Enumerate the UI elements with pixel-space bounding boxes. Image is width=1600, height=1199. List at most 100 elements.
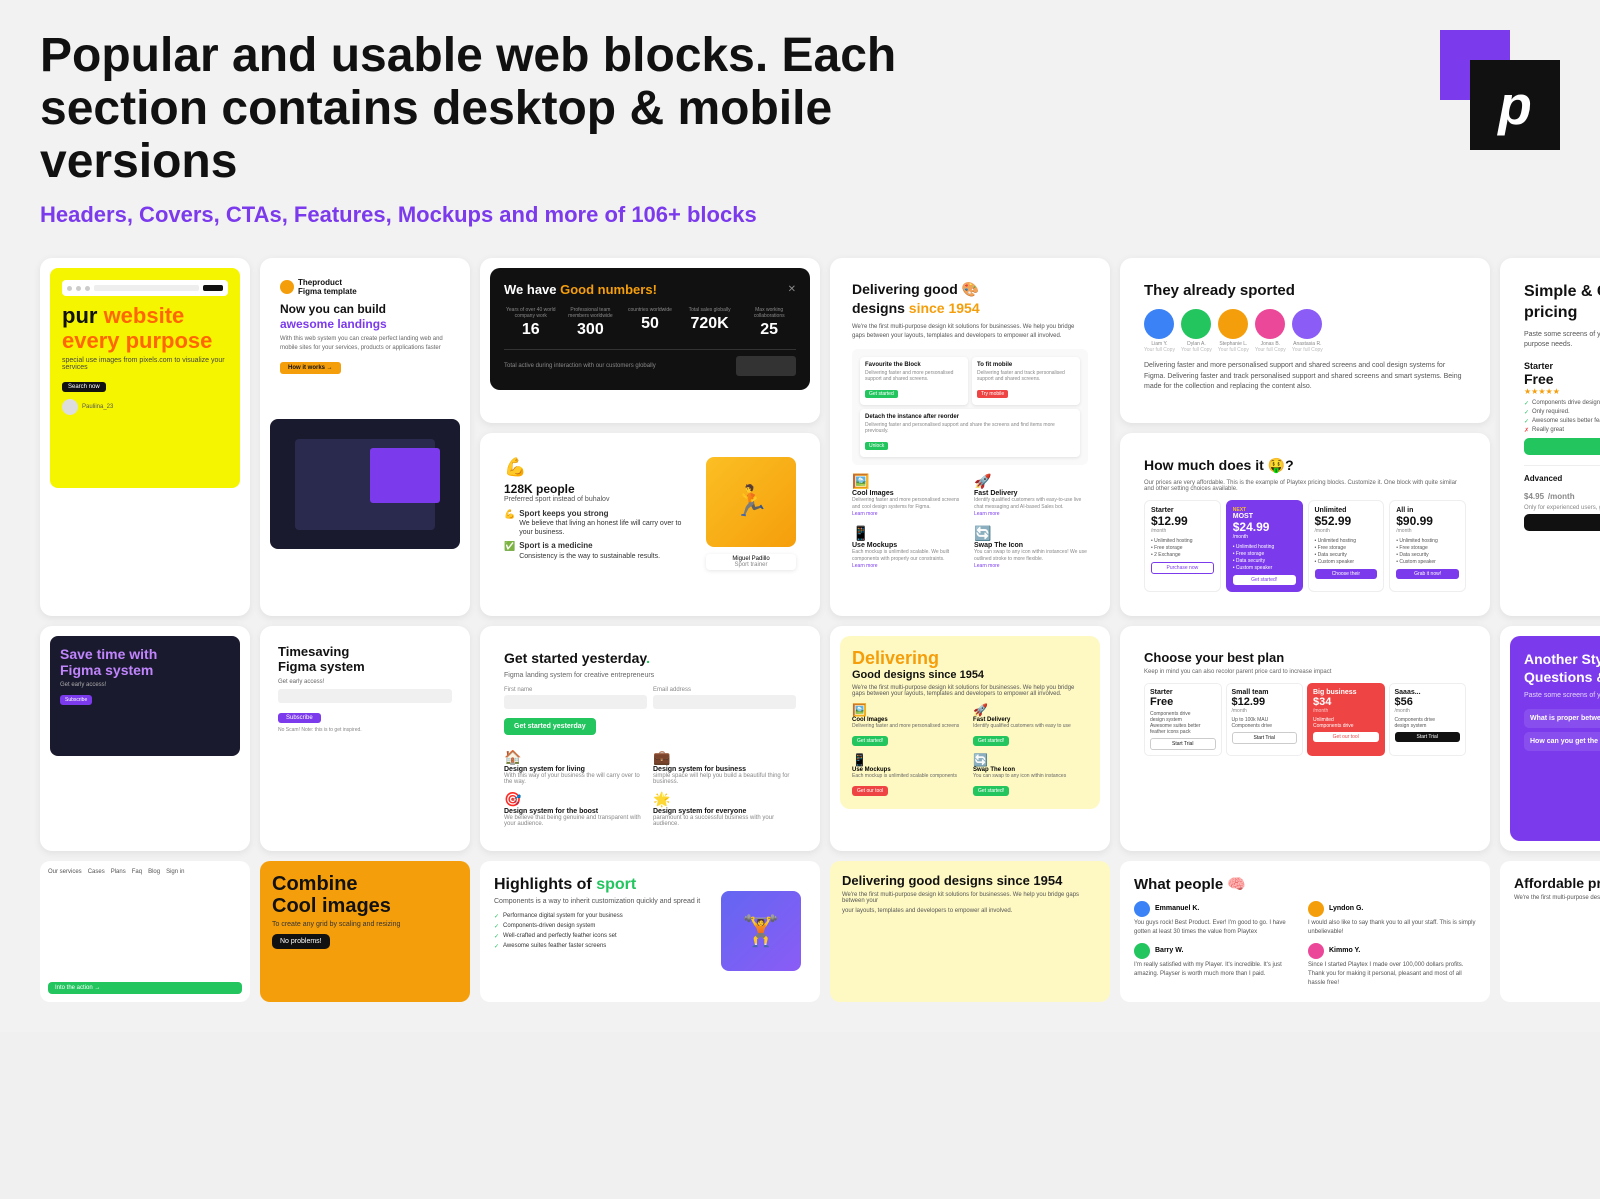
nav-link-plans[interactable]: Plans [111,869,126,875]
faq-item-2[interactable]: How can you get the price of the... [1524,732,1600,751]
get-started-yesterday-btn[interactable]: Get started yesterday [504,718,596,735]
test-header-4: Kimmo Y. [1308,943,1476,959]
numbers-bottom: Total active during interaction with our… [504,356,796,376]
mockup-detail-text: Delivering faster and personalised suppo… [865,422,1075,434]
get-started-btn-3[interactable]: Get started! [973,786,1009,796]
nav-link-faq[interactable]: Faq [132,869,142,875]
card-landing-header: TheproductFigma template Now you can bui… [270,268,460,413]
cool-images-title: Cool Images [852,490,966,497]
avatar-kimmo [1308,943,1324,959]
mockup-btn-2[interactable]: Try mobile [977,390,1008,398]
another-styled-sub: Paste some screens of your app / product… [1524,692,1600,699]
how-it-works-btn[interactable]: How it works → [280,362,341,374]
test-header-3: Barry W. [1134,943,1302,959]
card-another-styled: Another StyledQuestions & Answers Paste … [1500,626,1600,851]
grab-it-btn[interactable]: Grab it now! [1396,569,1459,579]
mockup-detail-btn[interactable]: Unlock [865,442,888,450]
email-input[interactable] [278,689,452,703]
plan-period-saaas: /month [1395,708,1461,714]
delivering-yellow-sub: Good designs since 1954 [852,669,1088,681]
email-input-field[interactable] [653,695,796,709]
price-amount-unlimited: $52.99 [1315,514,1378,528]
fast-delivery-link[interactable]: Learn more [974,511,1088,517]
swap-icon-link[interactable]: Learn more [974,563,1088,569]
title-prefix: pur [62,303,104,328]
cat-everyone-icon: 🌟 [653,791,796,808]
nav-link-cases[interactable]: Cases [88,869,105,875]
use-mockups-link[interactable]: Learn more [852,563,966,569]
start-trial-btn-1[interactable]: Start Trial [1150,738,1216,750]
another-styled-title: Another StyledQuestions & Answers [1524,650,1600,686]
sported-inner: They already sported Liam Y. Your full C… [1130,268,1480,413]
feature-use-mockups: 📱 Use Mockups Each mockup is unlimited s… [852,525,966,569]
person-info: Pauliina_23 [62,399,228,415]
delivering-yellow-inner: Delivering Good designs since 1954 We're… [840,636,1100,809]
no-problems-btn[interactable]: No problems! [272,934,330,949]
delivering-title: Delivering good 🎨designs since 1954 [852,280,1088,316]
nav-link-signin[interactable]: Sign in [166,869,184,875]
advanced-note: Only for experienced users, gonna pay mo… [1524,505,1600,511]
nav-link-blog[interactable]: Blog [148,869,160,875]
name-barry: Barry W. [1155,947,1183,954]
plan-big-business: Big business $34 /month Unlimited Compon… [1307,683,1385,756]
plan-period-big: /month [1313,708,1379,714]
cool-images-link[interactable]: Learn more [852,511,966,517]
form-email-label: Email address [653,687,796,693]
name-input[interactable] [504,695,647,709]
get-our-tool-btn[interactable]: Get our tool [852,786,888,796]
start-trial-btn-3[interactable]: Start Trial [1395,732,1461,742]
avatar-jonas: Jonas B. Your full Copy [1255,309,1286,353]
avatars-row: Liam Y. Your full Copy Dylan A. Your ful… [1144,309,1466,353]
delivering-inner: Delivering good 🎨designs since 1954 We'r… [840,268,1100,606]
nav-links: Our services Cases Plans Faq Blog Sign i… [48,869,242,875]
page-subtitle: Headers, Covers, CTAs, Features, Mockups… [40,202,900,228]
avatar-barry [1134,943,1150,959]
numbers-title: We have Good numbers! [504,282,657,297]
close-icon[interactable]: ✕ [788,284,796,295]
swap-icon-icon: 🔄 [974,525,1088,542]
choose-plan-inner: Choose your best plan Keep in mind you c… [1130,636,1480,770]
cat-boost: 🎯 Design system for the boost We believe… [504,791,647,827]
get-started-most-btn[interactable]: Get started! [1233,575,1296,585]
plan-name-saaas: Saaas... [1395,689,1461,696]
subscribe-btn[interactable]: Subscribe [278,713,321,723]
mockup-btn-1[interactable]: Get started [865,390,898,398]
swap-icon-title: Swap The Icon [974,542,1088,549]
avatar-role-stephanie: Your full Copy [1218,347,1249,353]
highlights-items: ✓ Performance digital system for your bu… [494,913,702,950]
into-action-btn[interactable]: Into the action → [48,982,242,994]
get-our-tool-plan-btn[interactable]: Get our tool [1313,732,1379,742]
nav-link-services[interactable]: Our services [48,869,82,875]
start-free-btn[interactable]: Start Free [1524,438,1600,455]
get-started-btn-2[interactable]: Get started! [973,736,1009,746]
avatar-img-liam [1144,309,1174,339]
advanced-price-value: $4.95 [1524,492,1544,501]
sport-emoji-2: ✅ [504,541,515,552]
combine-sub: To create any grid by scaling and resizi… [272,921,458,928]
plan-feats-small: Up to 100k MAU Components drive [1232,717,1298,729]
avatar-lyndon [1308,901,1324,917]
timesaving-note: No Scam! Note: this is to get inspired. [278,727,452,733]
landing-headline-span: awesome landings [280,317,387,331]
testimonial-kimmo: Kimmo Y. Since I started Playtex I made … [1308,943,1476,988]
save-time-title: Save time withFigma system [60,646,230,678]
choose-their-btn[interactable]: Choose their [1315,569,1378,579]
start-trial-btn-2[interactable]: Start Trial [1232,732,1298,744]
delivering-year: since 1954 [909,300,980,316]
card-delivering-yellow: Delivering Good designs since 1954 We're… [830,626,1110,851]
purchase-now-btn[interactable]: Purchase now [1151,562,1214,574]
website-hero-title: pur website every purpose [62,304,228,352]
plan-saaas: Saaas... $56 /month Components drive des… [1389,683,1467,756]
select-plan-btn[interactable]: Select this plan [1524,514,1600,531]
get-started-btn-1[interactable]: Get started! [852,736,888,746]
name-emmanuel: Emmanuel K. [1155,905,1199,912]
delivering-bottom-title: Delivering good designs since 1954 [842,873,1098,888]
page-header: Popular and usable web blocks. Each sect… [40,30,1560,228]
faq-item-1[interactable]: What is proper between Payxter? [1524,709,1600,728]
plan-feat-sa2: design system [1395,723,1461,729]
pricing-divider [1524,465,1600,466]
website-search-btn[interactable]: Search now [62,382,106,392]
card-what-people: What people 🧠 Emmanuel K. You guys rock!… [1120,861,1490,1002]
save-time-btn[interactable]: Subscribe [60,695,92,705]
numbers-foot-label: Total active during interaction with our… [504,363,726,369]
